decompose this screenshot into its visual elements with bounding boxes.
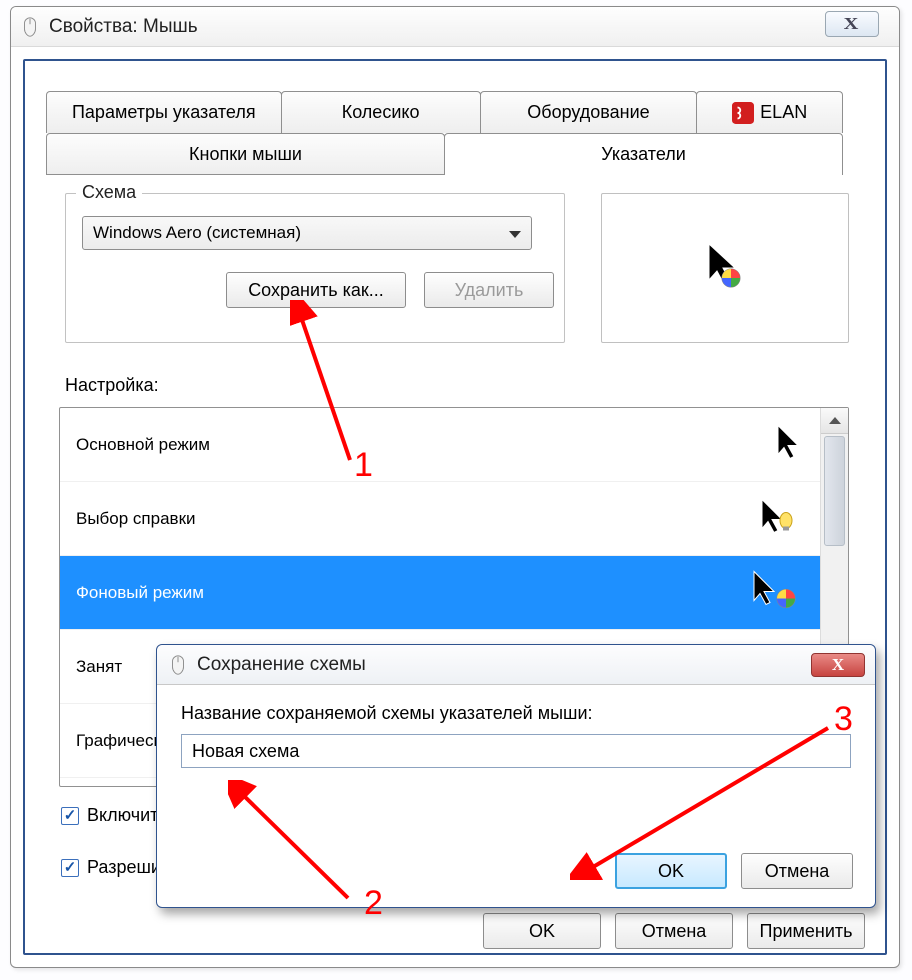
cursor-help-icon — [758, 496, 802, 541]
overlay-title-text: Сохранение схемы — [197, 654, 366, 676]
save-as-button[interactable]: Сохранить как... — [226, 272, 406, 308]
mouse-icon — [19, 16, 41, 38]
list-item[interactable]: Основной режим — [60, 408, 820, 482]
cursor-arrow-icon — [695, 238, 755, 298]
cursor-working-icon — [750, 568, 802, 617]
overlay-cancel-button[interactable]: Отмена — [741, 853, 853, 889]
window-close-button[interactable]: X — [825, 11, 879, 37]
scroll-up-button[interactable] — [821, 408, 848, 434]
scheme-name-input[interactable] — [181, 734, 851, 768]
checkbox-icon — [61, 807, 79, 825]
mouse-icon — [167, 654, 189, 676]
tab-pointer-options[interactable]: Параметры указателя — [46, 91, 282, 133]
overlay-close-button[interactable]: X — [811, 653, 865, 677]
scheme-combobox[interactable]: Windows Aero (системная) — [82, 216, 532, 250]
elan-icon — [732, 102, 754, 124]
overlay-title-bar[interactable]: Сохранение схемы X — [157, 645, 875, 685]
save-scheme-dialog: Сохранение схемы X Название сохраняемой … — [156, 644, 876, 908]
tab-hardware[interactable]: Оборудование — [480, 91, 698, 133]
tab-mouse-buttons[interactable]: Кнопки мыши — [46, 133, 445, 175]
delete-scheme-button[interactable]: Удалить — [424, 272, 554, 308]
scheme-group-label: Схема — [76, 182, 142, 203]
cancel-button[interactable]: Отмена — [615, 913, 733, 949]
scheme-selected-text: Windows Aero (системная) — [93, 223, 301, 243]
overlay-ok-button[interactable]: OK — [615, 853, 727, 889]
cursor-preview — [601, 193, 849, 343]
list-item[interactable]: Выбор справки — [60, 482, 820, 556]
allow-themes-checkbox[interactable]: Разреши — [61, 857, 161, 878]
overlay-button-row: OK Отмена — [615, 853, 853, 889]
overlay-prompt-label: Название сохраняемой схемы указателей мы… — [181, 703, 851, 724]
ok-button[interactable]: OK — [483, 913, 601, 949]
tabs-upper-row: Параметры указателя Колесико Оборудовани… — [46, 91, 843, 133]
checkbox-icon — [61, 859, 79, 877]
title-bar[interactable]: Свойства: Мышь X — [11, 7, 899, 47]
close-icon: X — [832, 655, 844, 675]
cursor-normal-icon — [772, 422, 802, 467]
scheme-groupbox: Схема Windows Aero (системная) Сохранить… — [65, 193, 565, 343]
enable-shadow-checkbox[interactable]: Включить — [61, 805, 168, 826]
chevron-up-icon — [829, 417, 841, 424]
customize-label: Настройка: — [65, 375, 159, 396]
tabs-lower-row: Кнопки мыши Указатели — [46, 133, 843, 175]
scroll-thumb[interactable] — [824, 436, 845, 546]
window-title: Свойства: Мышь — [49, 16, 198, 38]
close-icon: X — [844, 14, 860, 34]
list-item[interactable]: Фоновый режим — [60, 556, 820, 630]
tab-elan[interactable]: ELAN — [696, 91, 843, 133]
tab-wheel[interactable]: Колесико — [281, 91, 481, 133]
apply-button[interactable]: Применить — [747, 913, 865, 949]
tab-pointers[interactable]: Указатели — [444, 133, 843, 175]
dialog-button-row: OK Отмена Применить — [483, 913, 865, 949]
